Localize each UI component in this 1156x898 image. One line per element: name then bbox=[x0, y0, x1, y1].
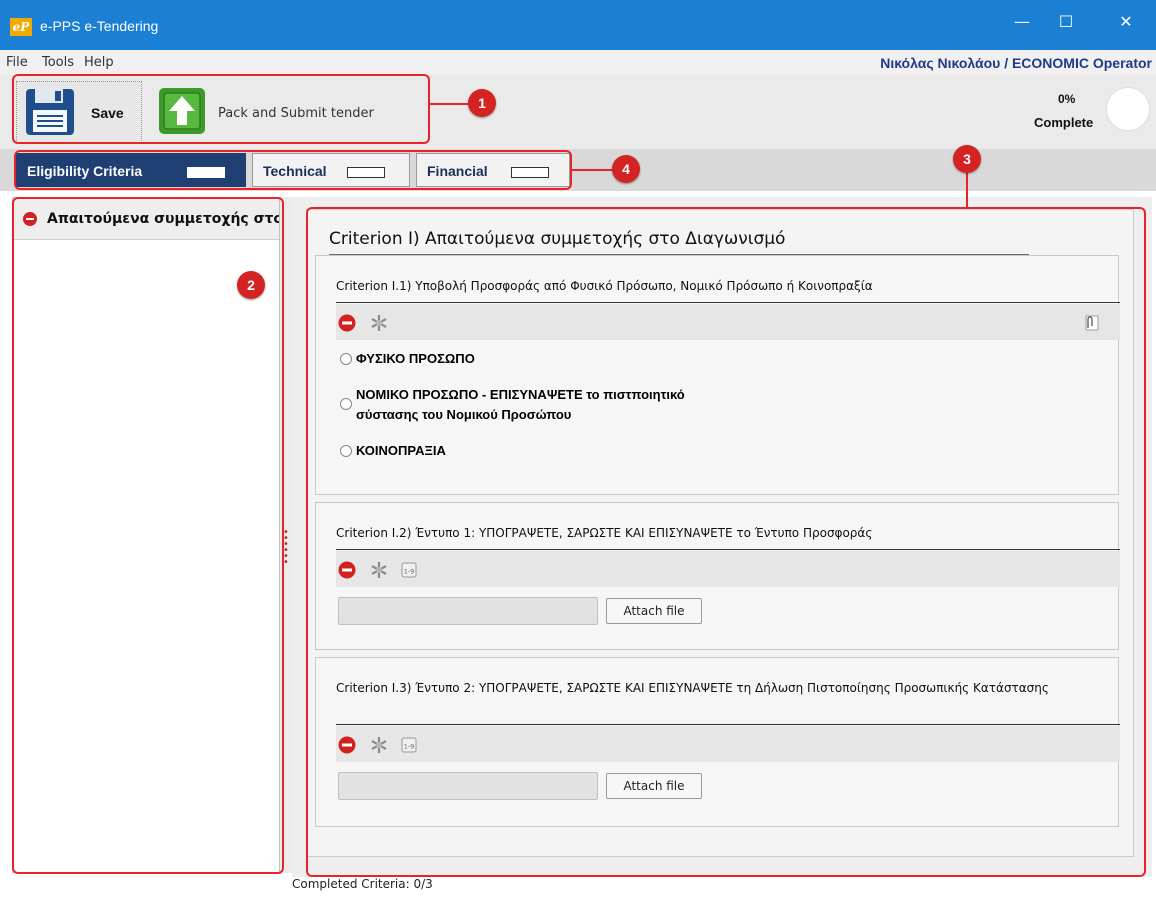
annotation-badge-3: 3 bbox=[953, 145, 981, 173]
window-title: e-PPS e-Tendering bbox=[40, 18, 159, 34]
status-bar: Completed Criteria: 0/3 bbox=[292, 877, 433, 891]
annotation-badge-2: 2 bbox=[237, 271, 265, 299]
close-button[interactable]: ✕ bbox=[1104, 12, 1148, 42]
user-label: Νικόλας Νικολάου / ECONOMIC Operator bbox=[880, 55, 1152, 71]
annotation-badge-1: 1 bbox=[468, 89, 496, 117]
progress-circle bbox=[1106, 87, 1150, 131]
title-bar: eP e-PPS e-Tendering — ☐ ✕ bbox=[0, 0, 1156, 50]
menu-file[interactable]: File bbox=[6, 55, 28, 70]
maximize-button[interactable]: ☐ bbox=[1044, 12, 1088, 42]
annotation-connector bbox=[966, 172, 968, 208]
annotation-connector bbox=[572, 169, 614, 171]
minimize-button[interactable]: — bbox=[1000, 12, 1044, 42]
annotation-box-4 bbox=[14, 150, 572, 190]
menu-tools[interactable]: Tools bbox=[42, 55, 74, 70]
annotation-box-1 bbox=[12, 74, 430, 144]
annotation-box-3 bbox=[306, 207, 1146, 877]
progress-percent: 0% bbox=[1058, 92, 1076, 106]
menu-help[interactable]: Help bbox=[84, 55, 114, 70]
annotation-badge-4: 4 bbox=[612, 155, 640, 183]
annotation-box-2 bbox=[12, 197, 284, 874]
progress-label: Complete bbox=[1034, 115, 1094, 130]
annotation-connector bbox=[430, 103, 470, 105]
app-logo: eP bbox=[10, 18, 32, 36]
menu-bar: File Tools Help Νικόλας Νικολάου / ECONO… bbox=[0, 50, 1156, 75]
